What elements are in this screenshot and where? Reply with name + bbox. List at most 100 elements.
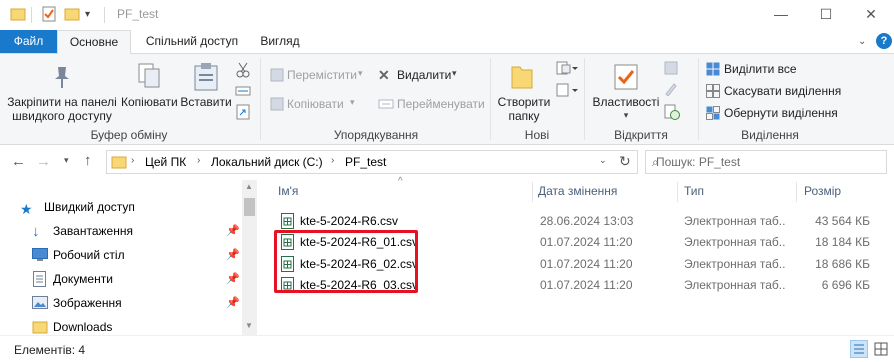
select-group-label: Виділення — [741, 128, 799, 142]
chevron-down-icon: ▾ — [350, 97, 355, 107]
delete-icon: ✕ — [378, 67, 390, 83]
scroll-thumb[interactable] — [244, 198, 255, 216]
file-row[interactable]: kte-5-2024-R6.csv 28.06.2024 13:03 Элект… — [276, 210, 888, 232]
tab-share[interactable]: Спільний доступ — [137, 30, 247, 53]
easy-access-icon[interactable] — [556, 82, 578, 98]
desktop-icon — [32, 248, 48, 262]
pin-icon[interactable]: 📌 — [226, 248, 240, 261]
new-folder-icon — [510, 63, 534, 91]
copy-to-label: Копіювати — [287, 97, 344, 111]
up-icon[interactable]: ↑ — [84, 152, 92, 169]
star-icon: ★ — [20, 201, 33, 217]
scroll-up-icon[interactable]: ▲ — [245, 182, 253, 191]
title-bar: ▾ PF_test — ☐ ✕ — [0, 0, 894, 30]
rename-icon — [378, 98, 394, 110]
column-name[interactable]: Ім'я — [278, 184, 298, 198]
nav-label: Документи — [53, 272, 113, 286]
nav-label: Швидкий доступ — [44, 200, 135, 214]
cut-icon[interactable] — [236, 62, 250, 78]
rename-button[interactable]: Перейменувати — [376, 95, 488, 113]
select-none-label: Скасувати виділення — [724, 84, 842, 98]
pin-label-1: Закріпити на панелі — [7, 95, 117, 109]
pin-icon[interactable]: 📌 — [226, 224, 240, 237]
open-icon[interactable] — [664, 61, 678, 75]
collapse-ribbon-icon[interactable]: ⌄ — [858, 36, 866, 47]
column-size[interactable]: Розмір — [804, 184, 841, 198]
pin-icon[interactable]: 📌 — [226, 272, 240, 285]
nav-scrollbar[interactable]: ▲ ▼ — [242, 180, 257, 335]
sort-ascending-icon: ^ — [398, 176, 403, 187]
window-title: PF_test — [117, 7, 159, 21]
select-all-icon — [706, 62, 720, 76]
back-icon[interactable]: ← — [11, 153, 26, 170]
chevron-down-icon: ▾ — [452, 68, 457, 78]
search-box[interactable]: ⌕ Пошук: PF_test — [645, 150, 887, 174]
history-icon[interactable] — [664, 104, 680, 120]
copy-path-icon[interactable] — [235, 85, 251, 97]
file-type: Электронная таб... — [684, 214, 786, 228]
new-folder-label-1: Створити — [497, 95, 551, 109]
file-date: 28.06.2024 13:03 — [540, 214, 634, 228]
csv-file-icon — [281, 213, 295, 229]
recent-locations-icon[interactable]: ▾ — [64, 155, 69, 166]
breadcrumb-this-pc[interactable]: Цей ПК — [145, 155, 186, 169]
column-date[interactable]: Дата змінення — [538, 184, 617, 198]
scroll-down-icon[interactable]: ▼ — [245, 321, 253, 330]
tab-home[interactable]: Основне — [57, 30, 131, 55]
chevron-down-icon[interactable]: ⌄ — [599, 155, 607, 166]
new-item-icon[interactable] — [556, 60, 578, 76]
invert-selection-button[interactable]: Обернути виділення — [704, 104, 844, 122]
folder-icon — [10, 6, 26, 22]
ribbon-tabs — [0, 30, 894, 54]
paste-shortcut-icon[interactable] — [236, 104, 250, 120]
file-name: kte-5-2024-R6.csv — [300, 214, 399, 228]
new-folder-button[interactable]: Створити папку — [494, 60, 554, 124]
open-group-label: Відкриття — [614, 128, 668, 142]
properties-icon[interactable] — [41, 6, 57, 22]
breadcrumb-pf-test[interactable]: PF_test — [345, 155, 386, 169]
properties-button[interactable]: Властивості ▾ — [590, 60, 662, 124]
move-to-button[interactable]: Перемістити ▾ — [268, 66, 368, 84]
pictures-icon — [32, 296, 48, 310]
breadcrumb-local-disk[interactable]: Локальний диск (C:) — [211, 155, 323, 169]
refresh-icon[interactable]: ↻ — [619, 153, 631, 170]
new-group-label: Нові — [524, 128, 550, 142]
copy-to-button[interactable]: Копіювати ▾ — [268, 95, 368, 113]
minimize-button[interactable]: — — [758, 0, 804, 30]
copy-button[interactable]: Копіювати — [121, 60, 178, 124]
pin-quick-access-button[interactable]: Закріпити на панелі швидкого доступу — [6, 60, 118, 124]
maximize-button[interactable]: ☐ — [803, 0, 849, 30]
column-type[interactable]: Тип — [684, 184, 704, 198]
forward-icon[interactable]: → — [36, 153, 51, 170]
invert-selection-icon — [706, 106, 720, 120]
select-none-icon — [706, 84, 720, 98]
close-button[interactable]: ✕ — [848, 0, 894, 30]
tab-view[interactable]: Вигляд — [252, 30, 308, 53]
select-none-button[interactable]: Скасувати виділення — [704, 82, 844, 100]
clipboard-group-label: Буфер обміну — [90, 128, 168, 142]
nav-label: Зображення — [53, 296, 122, 310]
search-placeholder[interactable]: Пошук: PF_test — [656, 155, 740, 169]
navigation-pane: ★ Швидкий доступ ↓ Завантаження Робочий … — [0, 178, 258, 335]
breadcrumb-separator: › — [197, 155, 201, 166]
pin-icon[interactable]: 📌 — [226, 296, 240, 309]
customize-quick-access-icon[interactable]: ▾ — [85, 9, 101, 25]
paste-label: Вставити — [180, 95, 232, 109]
help-icon[interactable]: ? — [876, 33, 892, 49]
select-all-button[interactable]: Виділити все — [704, 60, 824, 78]
details-view-icon[interactable] — [850, 340, 868, 358]
new-folder-icon[interactable] — [64, 6, 80, 22]
edit-icon[interactable] — [664, 82, 678, 96]
paste-button[interactable]: Вставити — [179, 60, 233, 124]
large-icons-view-icon[interactable] — [872, 340, 890, 358]
delete-button[interactable]: ✕ Видалити ▾ — [376, 66, 476, 84]
chevron-down-icon: ▾ — [623, 110, 629, 120]
file-date: 01.07.2024 11:20 — [540, 257, 633, 271]
address-bar[interactable]: › Цей ПК › Локальний диск (C:) › PF_test… — [106, 150, 638, 174]
breadcrumb-separator: › — [331, 155, 335, 166]
file-type: Электронная таб... — [684, 257, 786, 271]
file-size: 6 696 КБ — [821, 278, 870, 292]
tab-file[interactable]: Файл — [0, 30, 57, 53]
organize-group-label: Упорядкування — [333, 128, 419, 142]
file-size: 43 564 КБ — [815, 214, 870, 228]
